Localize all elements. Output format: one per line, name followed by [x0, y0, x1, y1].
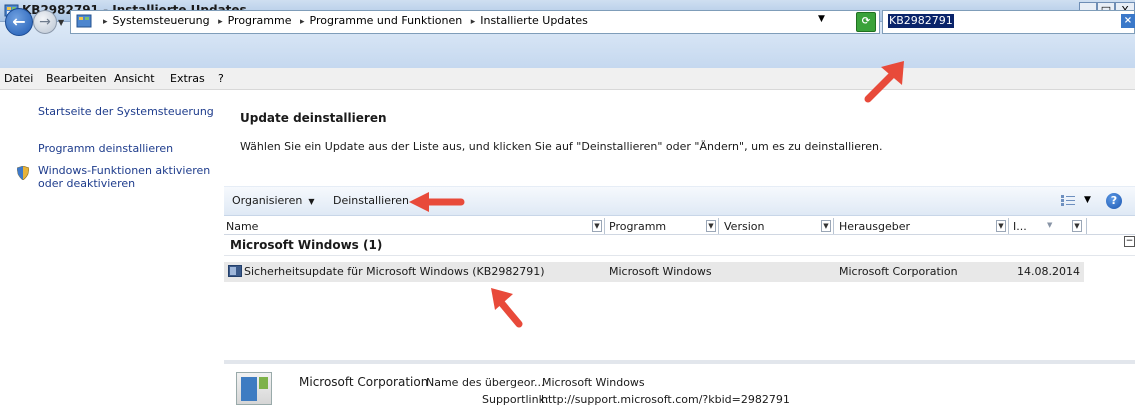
menu-help[interactable]: ?: [218, 72, 224, 85]
search-input-value[interactable]: KB2982791: [888, 14, 954, 28]
uninstall-program-link[interactable]: Programm deinstallieren: [38, 142, 173, 155]
windows-features-link[interactable]: Windows-Funktionen aktivieren: [38, 164, 210, 177]
control-panel-icon: [76, 14, 92, 28]
breadcrumb-installierte-updates[interactable]: Installierte Updates: [480, 14, 588, 27]
page-title: Update deinstallieren: [240, 111, 387, 125]
arrow-left-icon: ←: [12, 12, 26, 31]
column-installed-filter-icon[interactable]: ▼: [1072, 220, 1082, 232]
refresh-button[interactable]: ⟳: [856, 12, 876, 32]
arrow-right-icon: →: [39, 14, 51, 30]
details-pane-divider: [224, 360, 1135, 364]
page-description: Wählen Sie ein Update aus der Liste aus,…: [240, 140, 883, 153]
row-program: Microsoft Windows: [609, 265, 712, 278]
column-version-filter-icon[interactable]: ▼: [821, 220, 831, 232]
program-icon-part: [259, 377, 268, 389]
address-dropdown-icon[interactable]: ▼: [818, 14, 825, 24]
chevron-right-icon[interactable]: ▸: [466, 17, 481, 27]
clear-search-icon[interactable]: ×: [1121, 14, 1135, 28]
row-name: Sicherheitsupdate für Microsoft Windows …: [244, 265, 545, 278]
left-task-pane: [0, 90, 214, 416]
breadcrumb-programme[interactable]: Programme: [228, 14, 292, 27]
details-support-label: Supportlink:: [482, 393, 549, 406]
chevron-down-icon: ▼: [308, 197, 315, 206]
sort-descending-icon: ▼: [1047, 221, 1053, 229]
column-divider[interactable]: [833, 218, 834, 234]
column-name[interactable]: Name: [226, 220, 258, 233]
menu-ansicht[interactable]: Ansicht: [114, 72, 155, 85]
details-support-link[interactable]: http://support.microsoft.com/?kbid=29827…: [541, 393, 790, 406]
column-divider[interactable]: [1086, 218, 1087, 234]
collapse-group-icon[interactable]: −: [1124, 236, 1135, 247]
breadcrumb: ▸ Systemsteuerung ▸ Programme ▸ Programme u…: [98, 14, 588, 27]
column-publisher-filter-icon[interactable]: ▼: [996, 220, 1006, 232]
chevron-right-icon[interactable]: ▸: [213, 17, 228, 27]
column-installed[interactable]: I...: [1013, 220, 1027, 233]
group-divider: [224, 255, 1135, 256]
row-installed-date: 14.08.2014: [1017, 265, 1080, 278]
menu-datei[interactable]: Datei: [4, 72, 33, 85]
annotation-arrow-row: [491, 288, 523, 328]
breadcrumb-systemsteuerung[interactable]: Systemsteuerung: [113, 14, 210, 27]
column-divider[interactable]: [1008, 218, 1009, 234]
column-program-filter-icon[interactable]: ▼: [706, 220, 716, 232]
program-icon-part: [241, 377, 257, 401]
organize-label: Organisieren: [232, 194, 303, 207]
breadcrumb-programme-und-funktionen[interactable]: Programme und Funktionen: [310, 14, 463, 27]
column-name-filter-icon[interactable]: ▼: [592, 220, 602, 232]
history-dropdown-icon[interactable]: ▼: [58, 18, 64, 27]
shield-icon: [17, 166, 29, 180]
menu-bearbeiten[interactable]: Bearbeiten: [46, 72, 106, 85]
chevron-right-icon[interactable]: ▸: [295, 17, 310, 27]
details-parent-value: Microsoft Windows: [542, 376, 645, 389]
column-program[interactable]: Programm: [609, 220, 666, 233]
windows-features-link-line2[interactable]: oder deaktivieren: [38, 177, 135, 190]
row-publisher: Microsoft Corporation: [839, 265, 958, 278]
view-dropdown-icon[interactable]: ▼: [1084, 195, 1091, 205]
control-panel-home-link[interactable]: Startseite der Systemsteuerung: [38, 105, 214, 118]
column-version[interactable]: Version: [724, 220, 764, 233]
help-icon[interactable]: ?: [1106, 193, 1122, 209]
column-divider[interactable]: [718, 218, 719, 234]
forward-button[interactable]: →: [33, 10, 57, 34]
view-options-icon[interactable]: [1061, 195, 1075, 207]
chevron-right-icon[interactable]: ▸: [98, 17, 113, 27]
details-company: Microsoft Corporation: [299, 375, 429, 389]
annotation-arrow-uninstall: [409, 192, 465, 212]
column-divider[interactable]: [604, 218, 605, 234]
menu-extras[interactable]: Extras: [170, 72, 205, 85]
group-header[interactable]: Microsoft Windows (1): [230, 238, 382, 252]
details-parent-label: Name des übergeor...: [426, 376, 545, 389]
uninstall-button[interactable]: Deinstallieren: [333, 194, 409, 207]
column-publisher[interactable]: Herausgeber: [839, 220, 910, 233]
back-button[interactable]: ←: [5, 8, 33, 36]
update-icon-detail: [230, 267, 236, 275]
organize-button[interactable]: Organisieren ▼: [232, 194, 314, 207]
annotation-arrow-search: [864, 61, 904, 103]
